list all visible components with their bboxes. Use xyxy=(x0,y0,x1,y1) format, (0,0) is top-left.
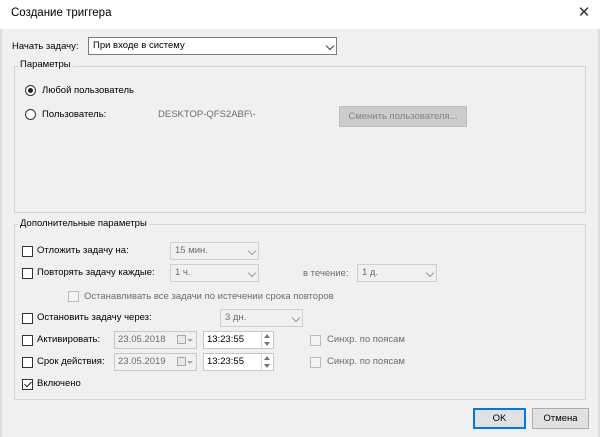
repeat-value: 1 ч. xyxy=(175,267,191,278)
stop-after-label: Остановить задачу через: xyxy=(37,312,152,323)
repeat-label: Повторять задачу каждые: xyxy=(37,267,155,278)
left-edge xyxy=(0,29,2,437)
stop-all-label: Останавливать все задачи по истечении ср… xyxy=(84,291,334,302)
activate-sync-checkbox[interactable] xyxy=(310,335,321,346)
delay-select[interactable]: 15 мин. xyxy=(170,242,259,260)
expire-date-field[interactable]: 23.05.2019 xyxy=(114,353,197,371)
duration-label: в течение: xyxy=(303,268,349,279)
parameters-group-label: Параметры xyxy=(18,59,73,70)
chevron-down-icon xyxy=(247,268,257,278)
duration-value: 1 д. xyxy=(362,267,379,278)
chevron-down-icon xyxy=(291,313,301,323)
chevron-down-icon xyxy=(187,361,193,364)
activate-label: Активировать: xyxy=(37,334,101,345)
chevron-down-icon xyxy=(425,268,435,278)
user-radio[interactable] xyxy=(25,109,36,120)
start-task-value: При входе в систему xyxy=(93,40,185,51)
spinner-icon[interactable] xyxy=(261,354,273,370)
activate-time-value: 13:23:55 xyxy=(207,334,244,345)
any-user-label: Любой пользователь xyxy=(42,85,134,96)
chevron-down-icon xyxy=(247,246,257,256)
expire-time-field[interactable]: 13:23:55 xyxy=(203,353,274,371)
start-task-label: Начать задачу: xyxy=(12,41,79,52)
expire-label: Срок действия: xyxy=(37,356,105,367)
activate-checkbox[interactable] xyxy=(22,335,33,346)
stop-after-value: 3 дн. xyxy=(225,312,247,323)
stop-after-checkbox[interactable] xyxy=(22,313,33,324)
expire-checkbox[interactable] xyxy=(22,357,33,368)
change-user-button[interactable]: Сменить пользователя... xyxy=(339,106,467,127)
expire-time-value: 13:23:55 xyxy=(207,356,244,367)
window-title: Создание триггера xyxy=(11,7,112,19)
close-icon[interactable]: ✕ xyxy=(576,3,592,23)
delay-value: 15 мин. xyxy=(175,245,208,256)
activate-date-field[interactable]: 23.05.2018 xyxy=(114,331,197,349)
duration-select[interactable]: 1 д. xyxy=(357,264,437,282)
stop-all-checkbox[interactable] xyxy=(68,291,79,302)
activate-time-field[interactable]: 13:23:55 xyxy=(203,331,274,349)
delay-label: Отложить задачу на: xyxy=(37,245,129,256)
repeat-checkbox[interactable] xyxy=(22,268,33,279)
delay-checkbox[interactable] xyxy=(22,246,33,257)
enabled-label: Включено xyxy=(37,378,81,389)
advanced-group-label: Дополнительные параметры xyxy=(18,218,149,229)
calendar-icon xyxy=(177,357,186,366)
chevron-down-icon xyxy=(187,339,193,342)
user-value: DESKTOP-QFS2ABF\- xyxy=(158,109,256,120)
expire-sync-label: Синхр. по поясам xyxy=(327,356,405,367)
chevron-down-icon xyxy=(325,41,335,51)
start-task-select[interactable]: При входе в систему xyxy=(88,37,337,55)
expire-date-value: 23.05.2019 xyxy=(118,356,166,367)
any-user-radio[interactable] xyxy=(25,85,36,96)
activate-sync-label: Синхр. по поясам xyxy=(327,334,405,345)
expire-sync-checkbox[interactable] xyxy=(310,357,321,368)
ok-button[interactable]: OK xyxy=(473,408,526,429)
spinner-icon[interactable] xyxy=(261,332,273,348)
activate-date-value: 23.05.2018 xyxy=(118,334,166,345)
repeat-select[interactable]: 1 ч. xyxy=(170,264,259,282)
stop-after-select[interactable]: 3 дн. xyxy=(220,309,303,327)
enabled-checkbox[interactable] xyxy=(22,379,33,390)
calendar-icon xyxy=(177,335,186,344)
user-label: Пользователь: xyxy=(42,109,107,120)
cancel-button[interactable]: Отмена xyxy=(532,408,589,429)
